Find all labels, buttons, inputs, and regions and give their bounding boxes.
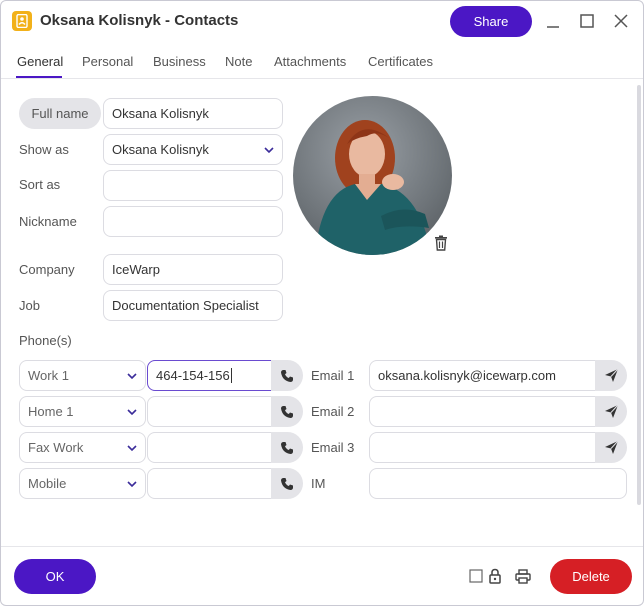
trash-icon[interactable] <box>434 235 448 254</box>
show-as-select[interactable]: Oksana Kolisnyk <box>103 134 283 165</box>
send-icon <box>604 440 618 454</box>
job-field[interactable]: Documentation Specialist <box>103 290 283 321</box>
phone-type-select[interactable]: Mobile <box>19 468 146 499</box>
call-button[interactable] <box>271 396 303 427</box>
contacts-app-icon <box>12 11 32 31</box>
share-button[interactable]: Share <box>450 6 532 37</box>
contact-window: Oksana Kolisnyk - Contacts Share General… <box>0 0 644 606</box>
lock-icon[interactable] <box>488 568 502 587</box>
email-2-field[interactable] <box>369 396 597 427</box>
phone-icon <box>281 441 293 454</box>
scrollbar[interactable] <box>637 85 641 505</box>
company-field[interactable]: IceWarp <box>103 254 283 285</box>
im-label: IM <box>311 476 326 491</box>
phone-number-field[interactable] <box>147 468 273 499</box>
email-1-field[interactable]: oksana.kolisnyk@icewarp.com <box>369 360 597 391</box>
maximize-icon[interactable] <box>578 12 596 30</box>
show-as-label: Show as <box>19 142 69 157</box>
sort-as-label: Sort as <box>19 177 61 192</box>
phone-type-value: Work 1 <box>28 368 69 383</box>
phone-number-value: 464-154-156 <box>156 368 230 383</box>
contact-photo[interactable] <box>293 96 452 255</box>
im-field[interactable] <box>369 468 627 499</box>
sort-as-field[interactable] <box>103 170 283 201</box>
nickname-field[interactable] <box>103 206 283 237</box>
send-email-button[interactable] <box>595 396 627 427</box>
chevron-down-icon <box>127 481 137 488</box>
delete-button[interactable]: Delete <box>550 559 632 594</box>
close-icon[interactable] <box>612 12 630 30</box>
dialog-footer: OK Delete <box>1 546 643 605</box>
title-bar: Oksana Kolisnyk - Contacts Share <box>1 1 643 43</box>
window-title: Oksana Kolisnyk - Contacts <box>40 12 239 29</box>
tab-bar: General Personal Business Note Attachmen… <box>1 45 643 79</box>
phone-type-select[interactable]: Work 1 <box>19 360 146 391</box>
email-2-label: Email 2 <box>311 404 355 419</box>
email-3-label: Email 3 <box>311 440 355 455</box>
tab-note[interactable]: Note <box>225 54 252 69</box>
phone-number-field[interactable]: 464-154-156 <box>147 360 273 391</box>
active-tab-indicator <box>16 76 62 78</box>
chevron-down-icon <box>127 445 137 452</box>
nickname-label: Nickname <box>19 214 77 229</box>
minimize-icon[interactable] <box>544 12 562 30</box>
phone-number-field[interactable] <box>147 432 273 463</box>
show-as-value: Oksana Kolisnyk <box>112 142 209 157</box>
checkbox-icon[interactable] <box>469 569 483 586</box>
text-cursor <box>230 368 232 383</box>
send-email-button[interactable] <box>595 360 627 391</box>
phone-type-value: Mobile <box>28 476 67 491</box>
chevron-down-icon <box>127 373 137 380</box>
send-icon <box>604 368 618 382</box>
full-name-button[interactable]: Full name <box>19 98 101 129</box>
chevron-down-icon <box>264 147 274 154</box>
job-label: Job <box>19 298 40 313</box>
email-3-field[interactable] <box>369 432 597 463</box>
phone-icon <box>281 405 293 418</box>
email-1-label: Email 1 <box>311 368 355 383</box>
tab-general[interactable]: General <box>17 54 63 69</box>
phone-number-field[interactable] <box>147 396 273 427</box>
phone-type-value: Fax Work <box>28 440 84 455</box>
phone-icon <box>281 369 293 382</box>
phones-label: Phone(s) <box>19 333 72 348</box>
tab-personal[interactable]: Personal <box>82 54 133 69</box>
tab-attachments[interactable]: Attachments <box>274 54 346 69</box>
call-button[interactable] <box>271 468 303 499</box>
phone-type-select[interactable]: Fax Work <box>19 432 146 463</box>
chevron-down-icon <box>127 409 137 416</box>
call-button[interactable] <box>271 360 303 391</box>
tab-certificates[interactable]: Certificates <box>368 54 433 69</box>
phone-icon <box>281 477 293 490</box>
print-icon[interactable] <box>515 569 531 587</box>
phone-type-select[interactable]: Home 1 <box>19 396 146 427</box>
ok-button[interactable]: OK <box>14 559 96 594</box>
full-name-field[interactable]: Oksana Kolisnyk <box>103 98 283 129</box>
send-email-button[interactable] <box>595 432 627 463</box>
send-icon <box>604 404 618 418</box>
call-button[interactable] <box>271 432 303 463</box>
phone-type-value: Home 1 <box>28 404 74 419</box>
company-label: Company <box>19 262 75 277</box>
tab-business[interactable]: Business <box>153 54 206 69</box>
